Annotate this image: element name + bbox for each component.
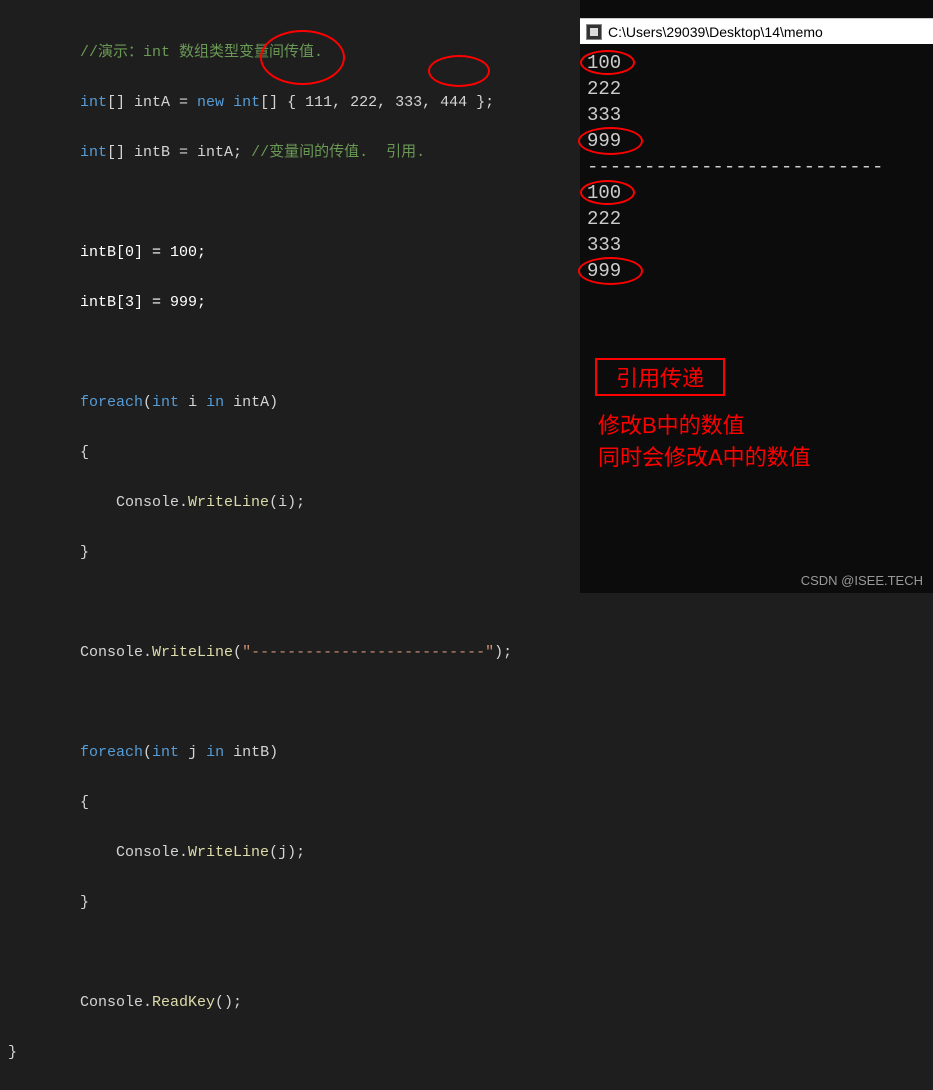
watermark: CSDN @ISEE.TECH xyxy=(801,573,923,588)
console-output: 100 222 333 999 ------------------------… xyxy=(587,50,883,284)
console-line: 222 xyxy=(587,76,883,102)
console-title-text: C:\Users\29039\Desktop\14\memo xyxy=(608,24,823,40)
annotation-ellipse xyxy=(578,127,643,155)
code-editor: //演示：int 数组类型变量间传值. int[] intA = new int… xyxy=(0,0,580,593)
console-line: -------------------------- xyxy=(587,154,883,180)
annotation-text: 同时会修改A中的数值 xyxy=(598,440,811,472)
annotation-ellipse xyxy=(580,50,635,75)
annotation-ellipse xyxy=(260,30,345,85)
annotation-text: 修改B中的数值 xyxy=(598,408,745,440)
console-app-icon xyxy=(586,24,602,40)
annotation-box: 引用传递 xyxy=(595,358,725,396)
annotation-ellipse xyxy=(428,55,490,87)
console-line: 333 xyxy=(587,232,883,258)
console-line: 222 xyxy=(587,206,883,232)
annotation-box-label: 引用传递 xyxy=(616,361,704,393)
annotation-ellipse xyxy=(578,257,643,285)
annotation-ellipse xyxy=(580,180,635,205)
console-line: 333 xyxy=(587,102,883,128)
console-titlebar[interactable]: C:\Users\29039\Desktop\14\memo xyxy=(580,18,933,44)
